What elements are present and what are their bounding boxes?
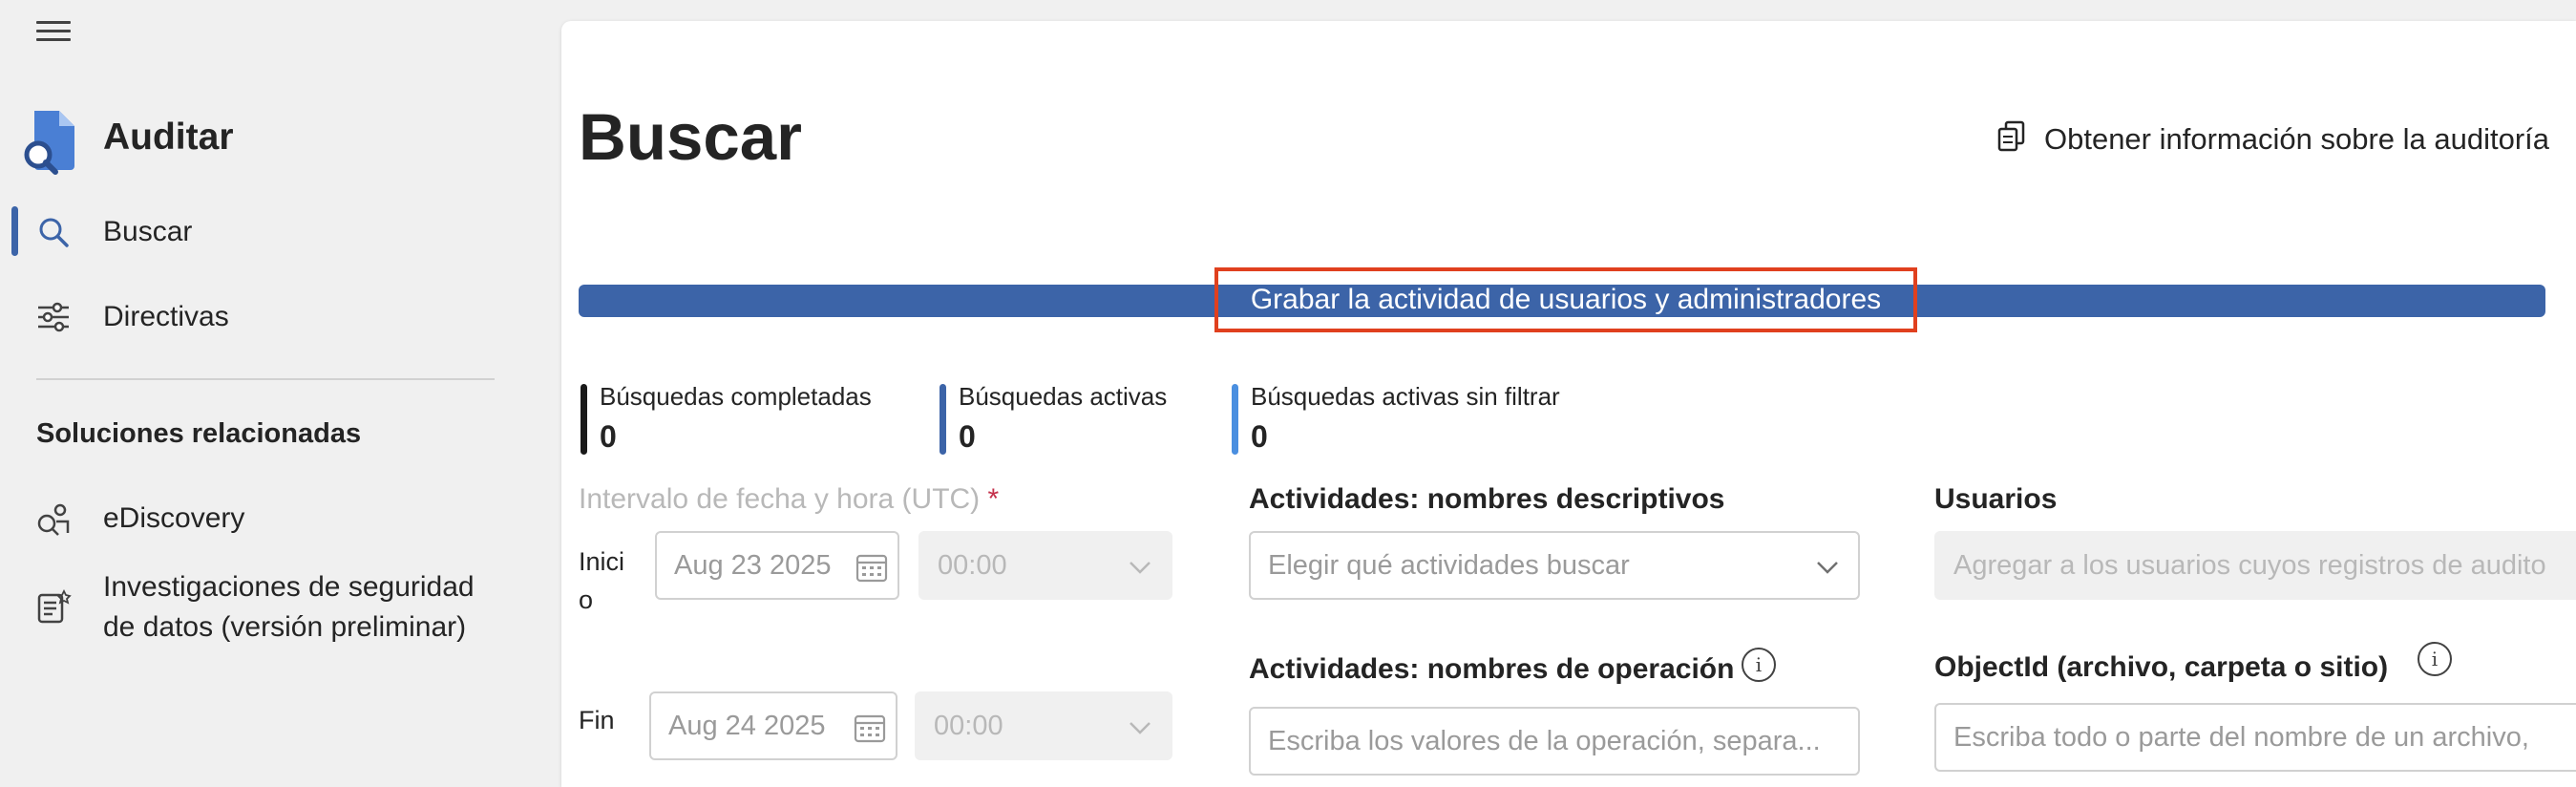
record-activity-button[interactable]: Grabar la actividad de usuarios y admini…	[1214, 267, 1917, 332]
chevron-down-icon	[1127, 714, 1153, 741]
object-id-input[interactable]: Escriba todo o parte del nombre de un ar…	[1934, 703, 2576, 772]
end-time-value: 00:00	[934, 710, 1003, 741]
activities-operation-input[interactable]: Escriba los valores de la operación, sep…	[1249, 707, 1860, 776]
required-mark: *	[987, 483, 1000, 515]
hamburger-line	[36, 21, 71, 24]
activities-operation-label: Actividades: nombres de operación	[1249, 653, 1735, 685]
audit-info-label: Obtener información sobre la auditoría	[2043, 121, 2549, 156]
hamburger-line	[36, 38, 71, 41]
copy-documents-icon	[1996, 120, 2027, 158]
start-label-line-2: o	[579, 585, 594, 614]
stat-value: 0	[959, 419, 976, 454]
main-panel: Buscar Obtener información sobre la audi…	[561, 21, 2576, 787]
stat-label: Búsquedas completadas	[600, 382, 872, 411]
stat-color-bar	[1232, 384, 1238, 455]
search-icon	[34, 213, 73, 251]
sidebar-divider	[36, 378, 495, 380]
date-range-label: Intervalo de fecha y hora (UTC) *	[579, 483, 999, 516]
sliders-icon	[34, 298, 73, 336]
start-time-select[interactable]: 00:00	[918, 531, 1172, 600]
sidebar-item-data-security-investigations[interactable]: Investigaciones de seguridad de datos (v…	[0, 564, 535, 651]
activities-operation-placeholder: Escriba los valores de la operación, sep…	[1268, 725, 1821, 756]
sidebar-item-directivas[interactable]: Directivas	[0, 284, 535, 351]
label-line-1: Investigaciones de seguridad	[103, 571, 475, 603]
audit-info-link[interactable]: Obtener información sobre la auditoría	[1996, 120, 2549, 158]
sidebar-item-label: Directivas	[103, 301, 229, 332]
end-time-select[interactable]: 00:00	[915, 691, 1172, 760]
sidebar-item-buscar[interactable]: Buscar	[0, 199, 535, 266]
calendar-icon	[855, 552, 888, 583]
object-id-label: ObjectId (archivo, carpeta o sitio)	[1934, 651, 2389, 683]
investigation-icon	[34, 588, 73, 627]
chevron-down-icon	[1127, 554, 1153, 581]
info-icon[interactable]: i	[1742, 648, 1776, 682]
users-input[interactable]: Agregar a los usuarios cuyos registros d…	[1934, 531, 2576, 600]
calendar-icon	[854, 713, 886, 743]
users-label: Usuarios	[1934, 483, 2058, 515]
start-time-value: 00:00	[938, 549, 1007, 581]
stat-completed-searches: Búsquedas completadas 0	[581, 363, 872, 455]
object-id-placeholder: Escriba todo o parte del nombre de un ar…	[1953, 721, 2529, 753]
stat-value: 0	[1251, 419, 1268, 454]
users-placeholder: Agregar a los usuarios cuyos registros d…	[1953, 549, 2546, 581]
sidebar-item-label: eDiscovery	[103, 502, 245, 534]
start-date-value: Aug 23 2025	[674, 549, 832, 581]
stat-label: Búsquedas activas	[959, 382, 1168, 411]
sidebar-item-label: Investigaciones de seguridad de datos (v…	[103, 567, 475, 648]
app-title: Auditar	[103, 117, 234, 158]
stat-color-bar	[581, 384, 587, 455]
activities-friendly-label: Actividades: nombres descriptivos	[1249, 483, 1725, 515]
stat-active-searches: Búsquedas activas 0	[940, 363, 1167, 455]
ediscovery-icon	[34, 500, 73, 538]
stat-color-bar	[940, 384, 946, 455]
activities-friendly-placeholder: Elegir qué actividades buscar	[1268, 549, 1630, 581]
end-date-value: Aug 24 2025	[668, 710, 826, 741]
stat-label: Búsquedas activas sin filtrar	[1251, 382, 1560, 411]
activities-friendly-select[interactable]: Elegir qué actividades buscar	[1249, 531, 1860, 600]
related-solutions-heading: Soluciones relacionadas	[36, 418, 362, 449]
hamburger-menu-button[interactable]	[36, 21, 71, 42]
sidebar-item-ediscovery[interactable]: eDiscovery	[0, 485, 535, 552]
info-icon[interactable]: i	[2418, 642, 2452, 676]
stat-active-unfiltered-searches: Búsquedas activas sin filtrar 0	[1232, 363, 1560, 455]
label-line-2: de datos (versión preliminar)	[103, 611, 467, 643]
start-label: Inici o	[579, 542, 624, 619]
page-title: Buscar	[579, 100, 802, 174]
end-label: Fin	[579, 706, 615, 734]
sidebar-item-label: Buscar	[103, 216, 193, 247]
hamburger-line	[36, 30, 71, 32]
date-range-label-text: Intervalo de fecha y hora (UTC)	[579, 483, 981, 515]
start-label-line-1: Inici	[579, 547, 625, 576]
stat-value: 0	[600, 419, 617, 454]
start-date-input[interactable]: Aug 23 2025	[655, 531, 899, 600]
chevron-down-icon	[1814, 554, 1841, 581]
end-date-input[interactable]: Aug 24 2025	[649, 691, 897, 760]
audit-app-icon	[21, 109, 80, 176]
